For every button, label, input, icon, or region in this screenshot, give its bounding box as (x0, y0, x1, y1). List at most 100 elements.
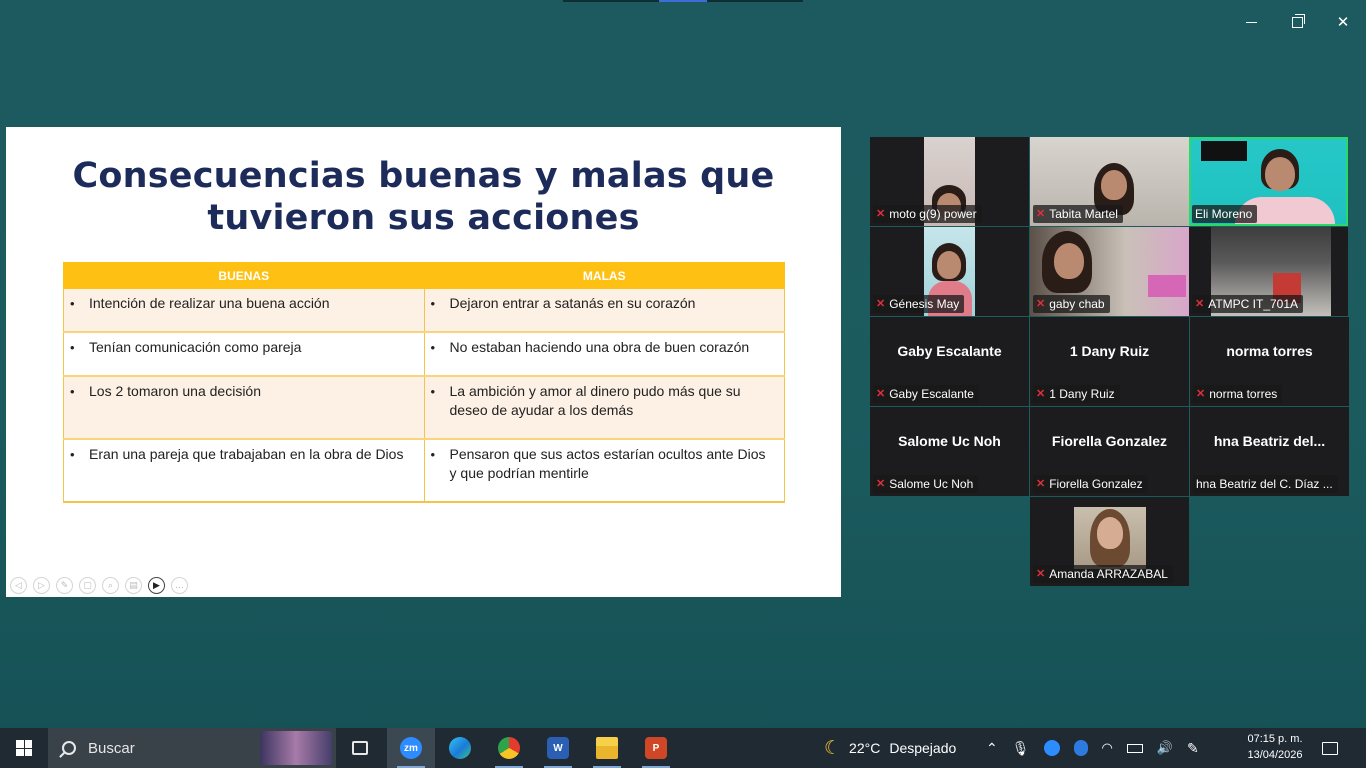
search-label: Buscar (88, 739, 135, 757)
participant-tile[interactable]: ✕ ATMPC IT_701A (1189, 227, 1348, 316)
muted-mic-icon: ✕ (1036, 298, 1046, 310)
participant-tile[interactable]: norma torres ✕ norma torres (1190, 317, 1349, 406)
folder-icon (596, 737, 618, 759)
participant-tile[interactable]: ✕ Tabita Martel (1030, 137, 1189, 226)
participant-tile[interactable]: Gaby Escalante ✕ Gaby Escalante (870, 317, 1029, 406)
windows-taskbar: Buscar zm W P ☾ 22°C Despejado ⌃ 🎙 ◠ 🔊 ✎… (0, 728, 1366, 768)
powerpoint-taskbar-button[interactable]: P (632, 728, 680, 768)
notifications-button[interactable] (1322, 728, 1338, 768)
clock-date: 13/04/2026 (1247, 749, 1303, 761)
windows-logo-icon (16, 740, 32, 756)
participant-tile[interactable]: ✕ Génesis May (870, 227, 1029, 316)
edge-icon (449, 737, 471, 759)
participant-name-tag: hna Beatriz del C. Díaz ... (1193, 475, 1338, 493)
participant-tile[interactable]: Salome Uc Noh ✕ Salome Uc Noh (870, 407, 1029, 496)
participant-name: ATMPC IT_701A (1208, 297, 1299, 311)
bluetooth-icon[interactable] (1073, 740, 1088, 756)
volume-icon[interactable]: 🔊 (1157, 740, 1173, 756)
clock-time: 07:15 p. m. (1247, 733, 1303, 745)
table-cell-buenas: Intención de realizar una buena acción (63, 288, 425, 333)
camera-icon[interactable]: ▶ (148, 577, 165, 594)
subtitles-icon[interactable]: ▤ (125, 577, 142, 594)
participant-face (1097, 517, 1123, 549)
table-header-row: BUENAS MALAS (63, 262, 786, 289)
show-hidden-icons-chevron-icon[interactable]: ⌃ (986, 740, 998, 757)
chrome-icon (498, 737, 520, 759)
taskbar-clock[interactable]: 07:15 p. m. 13/04/2026 (1243, 731, 1307, 763)
table-cell-malas: La ambición y amor al dinero pudo más qu… (423, 375, 786, 440)
participant-name: Gaby Escalante (889, 387, 974, 401)
participant-name-tag: ✕ Génesis May (873, 295, 965, 313)
pen-icon[interactable]: ✎ (56, 577, 73, 594)
participant-tile[interactable]: ✕ moto g(9) power (870, 137, 1029, 226)
wifi-icon[interactable]: ◠ (1102, 740, 1113, 756)
chrome-taskbar-button[interactable] (485, 728, 533, 768)
participant-name-tag: ✕ Gaby Escalante (873, 385, 979, 403)
table-cell-buenas: Tenían comunicación como pareja (63, 331, 425, 377)
more-options-icon[interactable]: … (171, 577, 188, 594)
participant-name: Tabita Martel (1049, 207, 1118, 221)
participant-name: Génesis May (889, 297, 960, 311)
participant-tile[interactable]: 1 Dany Ruiz ✕ 1 Dany Ruiz (1030, 317, 1189, 406)
table-cell-malas: No estaban haciendo una obra de buen cor… (423, 331, 786, 377)
participant-display-name: Fiorella Gonzalez (1051, 433, 1168, 449)
participant-tile[interactable]: ✕ gaby chab (1030, 227, 1189, 316)
participant-name: moto g(9) power (889, 207, 977, 221)
minimize-icon (1245, 21, 1257, 23)
participant-display-name: 1 Dany Ruiz (1069, 343, 1150, 359)
battery-icon[interactable] (1126, 743, 1143, 753)
muted-mic-icon: ✕ (1195, 298, 1205, 310)
table-row: Los 2 tomaron una decisión La ambición y… (63, 375, 786, 440)
microphone-icon[interactable]: 🎙 (1012, 740, 1030, 757)
table-row: Eran una pareja que trabajaban en la obr… (63, 438, 786, 503)
minimize-button[interactable] (1228, 8, 1274, 36)
table-cell-buenas: Eran una pareja que trabajaban en la obr… (63, 438, 425, 503)
participant-name-tag: Eli Moreno (1192, 205, 1258, 223)
slide-title: Consecuencias buenas y malas que tuviero… (6, 155, 841, 239)
muted-mic-icon: ✕ (1036, 388, 1046, 400)
close-icon: ✕ (1336, 13, 1350, 31)
zoom-icon[interactable]: ⌕ (102, 577, 119, 594)
zoom-tray-icon[interactable] (1043, 740, 1060, 756)
restore-button[interactable] (1274, 8, 1320, 36)
participant-tile[interactable]: hna Beatriz del... hna Beatriz del C. Dí… (1190, 407, 1349, 496)
slide-title-line1: Consecuencias buenas y malas que (72, 156, 775, 196)
participant-tile[interactable]: ✕ Amanda ARRAZABAL (1030, 497, 1189, 586)
muted-mic-icon: ✕ (876, 478, 886, 490)
participant-face (937, 251, 961, 279)
weather-widget[interactable]: ☾ 22°C Despejado (824, 728, 956, 768)
all-slides-icon[interactable]: ▢ (79, 577, 96, 594)
search-icon (62, 741, 76, 755)
file-explorer-taskbar-button[interactable] (583, 728, 631, 768)
word-taskbar-button[interactable]: W (534, 728, 582, 768)
participant-display-name: Gaby Escalante (897, 343, 1002, 359)
background-object (1148, 275, 1186, 297)
task-view-button[interactable] (336, 728, 384, 768)
close-button[interactable]: ✕ (1320, 8, 1366, 36)
participant-tile-active-speaker[interactable]: Eli Moreno (1189, 137, 1348, 226)
participant-name-tag: ✕ norma torres (1193, 385, 1283, 403)
start-button[interactable] (0, 728, 48, 768)
task-view-icon (352, 741, 368, 755)
powerpoint-icon: P (645, 737, 667, 759)
table-cell-buenas: Los 2 tomaron una decisión (63, 375, 425, 440)
muted-mic-icon: ✕ (1036, 478, 1046, 490)
taskbar-search[interactable]: Buscar (48, 728, 336, 768)
participant-face (1101, 170, 1127, 200)
muted-mic-icon: ✕ (1196, 388, 1206, 400)
pen-workspace-icon[interactable]: ✎ (1187, 740, 1199, 757)
participant-tile[interactable]: Fiorella Gonzalez ✕ Fiorella Gonzalez (1030, 407, 1189, 496)
muted-mic-icon: ✕ (1036, 208, 1046, 220)
participant-name-tag: ✕ moto g(9) power (873, 205, 982, 223)
edge-taskbar-button[interactable] (436, 728, 484, 768)
previous-slide-icon[interactable]: ◁ (10, 577, 27, 594)
column-header-buenas: BUENAS (63, 262, 425, 289)
participant-name-tag: ✕ Amanda ARRAZABAL (1033, 565, 1173, 583)
next-slide-icon[interactable]: ▷ (33, 577, 50, 594)
notification-icon (1322, 741, 1338, 755)
participant-name: gaby chab (1049, 297, 1105, 311)
table-cell-malas: Dejaron entrar a satanás en su corazón (423, 288, 786, 333)
participant-name-tag: ✕ 1 Dany Ruiz (1033, 385, 1120, 403)
participant-name: Fiorella Gonzalez (1049, 477, 1143, 491)
zoom-taskbar-button[interactable]: zm (387, 728, 435, 768)
